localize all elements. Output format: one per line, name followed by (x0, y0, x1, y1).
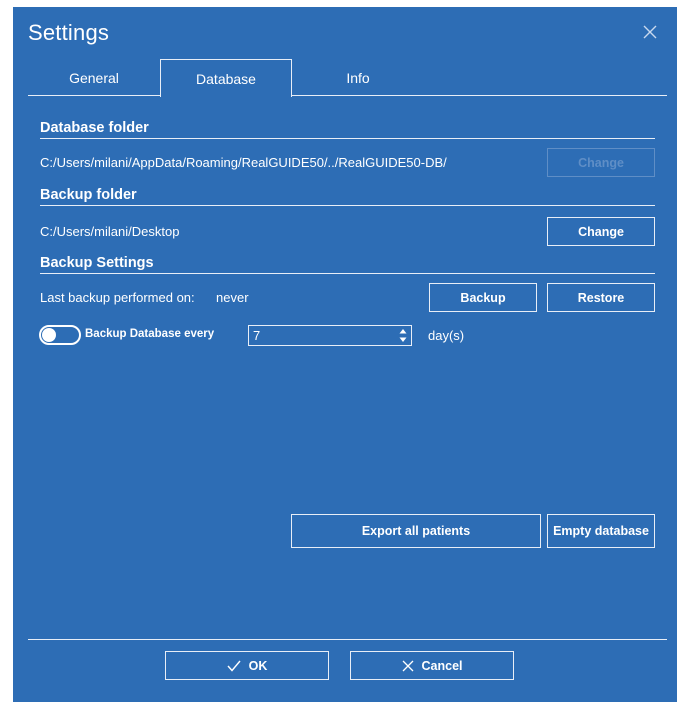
backup-settings-title: Backup Settings (40, 255, 154, 271)
checkmark-icon (227, 660, 241, 672)
database-folder-path: C:/Users/milani/AppData/Roaming/RealGUID… (40, 155, 447, 170)
auto-backup-toggle[interactable] (39, 325, 81, 345)
section-divider (40, 273, 655, 274)
ok-label: OK (248, 658, 268, 673)
cancel-label: Cancel (421, 658, 463, 673)
dialog-title: Settings (28, 20, 110, 45)
backup-button[interactable]: Backup (429, 283, 537, 312)
ok-button[interactable]: OK (165, 651, 329, 680)
section-divider (40, 138, 655, 139)
tab-general[interactable]: General (28, 59, 160, 96)
backup-folder-title: Backup folder (40, 187, 137, 203)
toggle-knob (42, 328, 56, 342)
backup-folder-change-button[interactable]: Change (547, 217, 655, 246)
export-all-patients-button[interactable]: Export all patients (291, 514, 541, 548)
last-backup-label: Last backup performed on: (40, 290, 195, 305)
empty-database-button[interactable]: Empty database (547, 514, 655, 548)
settings-dialog: Settings General Database Info Database … (13, 7, 677, 702)
last-backup-value: never (216, 290, 249, 305)
tab-info[interactable]: Info (292, 59, 424, 96)
database-folder-title: Database folder (40, 120, 149, 136)
close-icon[interactable] (643, 25, 657, 39)
auto-backup-label: Backup Database every (85, 328, 215, 340)
footer-divider (28, 639, 667, 640)
x-icon (402, 660, 414, 672)
tabs-divider (28, 95, 667, 96)
tab-database[interactable]: Database (160, 59, 292, 97)
cancel-button[interactable]: Cancel (350, 651, 514, 680)
spin-arrows-icon[interactable] (399, 328, 407, 343)
backup-interval-spinbox[interactable]: 7 (248, 325, 412, 346)
backup-folder-path: C:/Users/milani/Desktop (40, 224, 180, 239)
database-folder-change-button[interactable]: Change (547, 148, 655, 177)
restore-button[interactable]: Restore (547, 283, 655, 312)
backup-interval-value: 7 (253, 328, 261, 343)
section-divider (40, 205, 655, 206)
interval-unit: day(s) (428, 328, 465, 343)
